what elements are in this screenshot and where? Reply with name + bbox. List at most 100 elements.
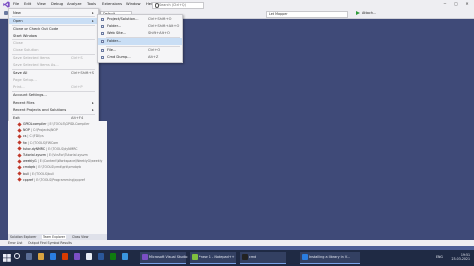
tab-error-list[interactable]: Error List: [8, 241, 22, 245]
recent-project-item[interactable]: fw | C:\TOOLS\FWCom: [17, 140, 58, 147]
file-menu-item-start-window[interactable]: Start Window: [9, 33, 98, 39]
submenu-arrow-icon: ▸: [92, 108, 94, 112]
recent-project-item[interactable]: cppref | E:\TOOLS\Programming\cppref: [17, 177, 85, 184]
menu-item-label: Folder...: [107, 39, 122, 44]
project-name: GPIDLcompiler: [23, 122, 47, 126]
menu-item-label: Clone or Check Out Code: [13, 27, 59, 31]
submenu-arrow-icon: ▸: [92, 11, 94, 15]
menu-item-label: Page Setup...: [13, 78, 37, 82]
file-menu-item-save-selected-items-as[interactable]: Save Selected Items As...: [9, 62, 98, 68]
project-path: E:\TOOLS\GPIDLCompiler: [49, 122, 90, 126]
recent-project-item[interactable]: cs | C:\FDI\cs: [17, 134, 44, 140]
recent-project-item[interactable]: GPIDLcompiler | E:\TOOLS\GPIDLCompiler: [17, 121, 90, 128]
clock[interactable]: 19:51 23-03-2021: [448, 253, 470, 261]
menu-item-shortcut: Ctrl+Shift+O: [148, 17, 172, 22]
window-app-icon: [192, 253, 198, 260]
open-menu-item-web-site[interactable]: Web Site... Shift+Alt+O: [98, 30, 182, 37]
menu-edit[interactable]: Edit: [24, 2, 31, 6]
open-item-icon: [100, 39, 104, 43]
taskbar-window-button[interactable]: *new 1 - Notepad++: [190, 251, 236, 264]
file-menu-item-print[interactable]: Print... Ctrl+P: [9, 84, 98, 90]
menu-item-label: Start Window: [13, 34, 38, 38]
menu-debug[interactable]: Debug: [51, 2, 63, 6]
menu-window[interactable]: Window: [126, 2, 141, 6]
submenu-arrow-icon: ▸: [92, 19, 94, 23]
menu-separator: [12, 16, 95, 17]
minimize-button[interactable]: ─: [440, 1, 450, 8]
menu-item-label: Save Selected Items As...: [13, 63, 59, 67]
window-app-icon: [142, 253, 148, 260]
task-view-icon[interactable]: [26, 253, 32, 260]
platform-dropdown[interactable]: Let Mapper: [266, 10, 348, 18]
excel-icon[interactable]: [110, 253, 116, 260]
file-menu-item-recent-projects-and-solutions[interactable]: Recent Projects and Solutions ▸: [9, 107, 98, 113]
recent-project-item[interactable]: bull | E:\TOOLS\bull: [17, 171, 54, 178]
tab-class-view[interactable]: Class View: [72, 235, 88, 239]
file-menu-item-recent-files[interactable]: Recent Files ▸: [9, 100, 98, 106]
menu-file[interactable]: File: [13, 2, 19, 6]
taskbar-search-icon[interactable]: [14, 253, 20, 259]
visual-studio-icon[interactable]: [74, 253, 80, 260]
window-app-icon: [242, 253, 248, 260]
menu-item-shortcut: Ctrl+P: [71, 85, 83, 89]
file-menu-item-open[interactable]: Open ▸: [9, 18, 98, 24]
tab-team-explorer[interactable]: Team Explorer: [42, 234, 67, 239]
project-path: E:\Content\Workspace\WeeklyG\weekly: [39, 159, 103, 164]
menu-item-shortcut: Alt+Z: [148, 55, 159, 60]
office-icon[interactable]: [62, 253, 68, 260]
menu-view[interactable]: View: [37, 2, 46, 6]
attach-button[interactable]: Attach...: [362, 11, 376, 15]
play-icon[interactable]: [356, 11, 360, 15]
open-submenu: Project/Solution... Ctrl+Shift+O Folder...…: [97, 14, 183, 63]
file-menu-item-page-setup[interactable]: Page Setup...: [9, 77, 98, 83]
menu-item-label: Folder...: [107, 24, 122, 29]
file-menu-item-close-solution[interactable]: Close Solution: [9, 47, 98, 53]
menu-analyze[interactable]: Analyze: [67, 2, 82, 6]
project-name: cppref: [23, 177, 34, 182]
close-button[interactable]: ✕: [462, 1, 472, 8]
word-icon[interactable]: [98, 253, 104, 260]
recent-project-item[interactable]: weeklyG | E:\Content\Workspace\WeeklyG\w…: [17, 159, 103, 165]
search-input[interactable]: Search (Ctrl+Q): [152, 1, 204, 9]
chrome-icon[interactable]: [86, 253, 92, 260]
tab-find-symbol-results[interactable]: Find Symbol Results: [40, 241, 72, 245]
open-menu-item-cmd-dump[interactable]: Cmd Dump... Alt+Z: [98, 54, 182, 61]
project-name: weeklyG: [23, 159, 37, 164]
edge-icon[interactable]: [50, 253, 56, 260]
recent-project-item[interactable]: tutor-dyNMRC | E:\TOOLS\dyNMRC: [17, 146, 78, 153]
open-menu-item-file[interactable]: File... Ctrl+O: [98, 47, 182, 54]
menu-item-label: New: [13, 11, 21, 15]
menu-item-shortcut: Alt+F4: [71, 116, 84, 120]
recent-projects-panel: GPIDLcompiler | E:\TOOLS\GPIDLCompiler NO…: [8, 121, 107, 234]
file-menu-item-clone-or-check-out-code[interactable]: Clone or Check Out Code: [9, 26, 98, 32]
maximize-button[interactable]: ▢: [451, 1, 461, 8]
file-menu-item-account-settings[interactable]: Account Settings...: [9, 92, 98, 98]
menu-extensions[interactable]: Extensions: [102, 2, 122, 6]
tab-output[interactable]: Output: [28, 241, 39, 245]
file-menu-item-close[interactable]: Close: [9, 40, 98, 46]
file-menu-item-new[interactable]: New ▸: [9, 10, 98, 16]
project-path: C:\Projects\NOP: [32, 128, 58, 133]
taskbar-window-button[interactable]: cmd: [240, 251, 286, 264]
tab-solution-explorer[interactable]: Solution Explorer: [10, 235, 36, 239]
taskbar-window-button[interactable]: Microsoft Visual Studio: [140, 251, 188, 264]
taskbar-window-button[interactable]: Installing a library in V...: [300, 251, 360, 264]
open-menu-item-project-solution[interactable]: Project/Solution... Ctrl+Shift+O: [98, 16, 182, 23]
file-explorer-icon[interactable]: [38, 253, 44, 260]
menu-item-label: Exit: [13, 116, 20, 120]
recent-project-item[interactable]: cmdqrb | E:\TOOLS\cmd\qrb\cmdqrb: [17, 165, 81, 171]
file-menu-item-save-all[interactable]: Save All Ctrl+Shift+S: [9, 70, 98, 76]
language-indicator[interactable]: ENG: [436, 255, 443, 259]
open-item-icon: [100, 55, 104, 59]
visual-studio-logo-icon[interactable]: [3, 1, 10, 8]
recent-project-item[interactable]: NOP | C:\Projects\NOP: [17, 128, 58, 134]
file-menu-item-save-selected-items[interactable]: Save Selected Items Ctrl+S: [9, 55, 98, 61]
recent-project-item[interactable]: Tutorial.sysvm | E:\VcsFor\Tutorial.sysv…: [17, 152, 88, 159]
windows-start-icon[interactable]: [3, 254, 11, 262]
open-menu-item-folder[interactable]: Folder... Ctrl+Shift+Alt+O: [98, 23, 182, 30]
open-menu-item-folder[interactable]: Folder...: [98, 38, 182, 45]
menu-item-shortcut: Shift+Alt+O: [148, 31, 170, 36]
menu-item-label: Cmd Dump...: [107, 55, 131, 60]
menu-tools[interactable]: Tools: [87, 2, 96, 6]
vscode-icon[interactable]: [122, 253, 128, 260]
